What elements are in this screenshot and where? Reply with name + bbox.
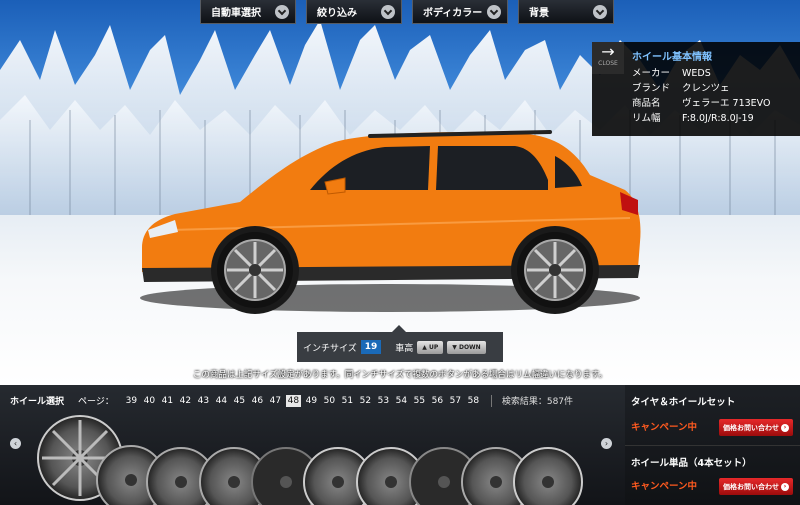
- page-link[interactable]: 56: [430, 395, 445, 407]
- menu-filter-label: 絞り込み: [317, 8, 357, 19]
- divider: [625, 445, 800, 446]
- arrow-right-icon: ›: [781, 482, 789, 491]
- page-link[interactable]: 48: [285, 394, 301, 407]
- chevron-left-icon[interactable]: ‹: [10, 438, 21, 449]
- set-price-inquiry-label: 価格お問い合わせ: [723, 423, 779, 432]
- spec-key: メーカー: [632, 67, 671, 79]
- top-menu: 自動車選択 絞り込み ボディカラー 背景: [200, 0, 614, 24]
- spec-value: クレンツェ: [682, 82, 730, 94]
- wheel-single-title: ホイール単品（4本セット）: [631, 458, 752, 469]
- menu-body-color-button[interactable]: ボディカラー: [412, 0, 508, 24]
- page-label: ページ：: [78, 397, 114, 407]
- chevron-down-icon: [593, 4, 607, 19]
- close-label: CLOSE: [598, 60, 618, 67]
- preview-scene: 自動車選択 絞り込み ボディカラー 背景 → CLOSE ホイール基本情報 メー…: [0, 0, 800, 385]
- page-link[interactable]: 57: [448, 395, 463, 407]
- size-notice-text: この商品は上記サイズ設定があります。同インチサイズで複数のボタンがある場合はリム…: [192, 370, 608, 380]
- spec-value: F:8.0J/R:8.0J-19: [682, 112, 754, 124]
- page-link[interactable]: 41: [160, 395, 175, 407]
- page-link[interactable]: 40: [142, 395, 157, 407]
- spec-value: ヴェラーエ 713EVO: [682, 97, 771, 109]
- menu-filter-button[interactable]: 絞り込み: [306, 0, 402, 24]
- divider: [490, 394, 492, 407]
- close-button[interactable]: → CLOSE: [592, 42, 624, 74]
- page-link[interactable]: 43: [196, 395, 211, 407]
- tire-wheel-set-title: タイヤ＆ホイールセット: [631, 397, 736, 408]
- page-link[interactable]: 50: [322, 395, 337, 407]
- chevron-down-icon: [275, 4, 289, 19]
- car-preview: [140, 130, 641, 314]
- size-control-bar: インチサイズ 19 車高 ▲ UP ▼ DOWN: [297, 325, 503, 362]
- chevron-down-icon: [381, 4, 395, 19]
- wheel-thumbnail[interactable]: [513, 447, 583, 505]
- spec-row: 商品名 ヴェラーエ 713EVO: [632, 96, 770, 111]
- spec-key: リム幅: [632, 112, 661, 124]
- ride-height-label: 車高: [395, 343, 414, 354]
- search-result-count: 検索結果：587件: [501, 397, 574, 407]
- chevron-down-icon: [487, 4, 501, 19]
- page-link[interactable]: 45: [232, 395, 247, 407]
- page-link[interactable]: 49: [304, 395, 319, 407]
- page-link[interactable]: 52: [358, 395, 373, 407]
- spec-key: 商品名: [632, 97, 661, 109]
- single-campaign-label: キャンペーン中: [631, 481, 698, 492]
- page-link[interactable]: 39: [124, 395, 139, 407]
- arrow-right-icon: →: [601, 42, 615, 61]
- page-link[interactable]: 53: [376, 395, 391, 407]
- spec-row: メーカー WEDS: [632, 66, 770, 81]
- menu-car-select-button[interactable]: 自動車選択: [200, 0, 296, 24]
- single-price-inquiry-label: 価格お問い合わせ: [723, 482, 779, 491]
- page-link[interactable]: 42: [178, 395, 193, 407]
- set-price-inquiry-button[interactable]: 価格お問い合わせ ›: [719, 419, 793, 436]
- inch-size-label: インチサイズ: [303, 343, 357, 354]
- wheel-selector-panel: ホイール選択 ページ： 39 40 41 42 43 44 45 46 47 48 49 50 51 52…: [0, 385, 625, 505]
- menu-background-label: 背景: [529, 8, 549, 19]
- inch-size-value[interactable]: 19: [360, 340, 382, 354]
- page-link[interactable]: 44: [214, 395, 229, 407]
- wheel-info-panel: → CLOSE ホイール基本情報 メーカー WEDS ブランド クレンツェ 商品…: [592, 42, 800, 136]
- page-link[interactable]: 46: [250, 395, 265, 407]
- menu-body-color-label: ボディカラー: [423, 8, 483, 19]
- menu-background-button[interactable]: 背景: [518, 0, 614, 24]
- menu-car-select-label: 自動車選択: [211, 8, 261, 19]
- purchase-sidebar: タイヤ＆ホイールセット キャンペーン中 価格お問い合わせ › ホイール単品（4本…: [625, 385, 800, 505]
- chevron-right-icon[interactable]: ›: [601, 438, 612, 449]
- page-link[interactable]: 54: [394, 395, 409, 407]
- wheel-selector-header: ホイール選択 ページ： 39 40 41 42 43 44 45 46 47 48 49 50 51 52…: [10, 394, 573, 407]
- set-campaign-label: キャンペーン中: [631, 422, 698, 433]
- page-link[interactable]: 58: [466, 395, 481, 407]
- arrow-right-icon: ›: [781, 423, 789, 432]
- spec-row: ブランド クレンツェ: [632, 81, 770, 96]
- info-panel-title: ホイール基本情報: [632, 52, 712, 63]
- wheel-spec-table: メーカー WEDS ブランド クレンツェ 商品名 ヴェラーエ 713EVO リム…: [632, 66, 770, 126]
- height-down-button[interactable]: ▼ DOWN: [447, 340, 486, 354]
- wheel-carousel[interactable]: [36, 410, 596, 505]
- page-link[interactable]: 55: [412, 395, 427, 407]
- wheel-select-label: ホイール選択: [10, 397, 65, 407]
- spec-row: リム幅 F:8.0J/R:8.0J-19: [632, 111, 770, 126]
- spec-key: ブランド: [632, 82, 671, 94]
- spec-value: WEDS: [682, 67, 711, 79]
- single-price-inquiry-button[interactable]: 価格お問い合わせ ›: [719, 478, 793, 495]
- page-link[interactable]: 47: [268, 395, 283, 407]
- height-up-button[interactable]: ▲ UP: [417, 340, 444, 354]
- pagination: 39 40 41 42 43 44 45 46 47 48 49 50 51 52 53 54 55 56 57 58: [124, 394, 481, 407]
- page-link[interactable]: 51: [340, 395, 355, 407]
